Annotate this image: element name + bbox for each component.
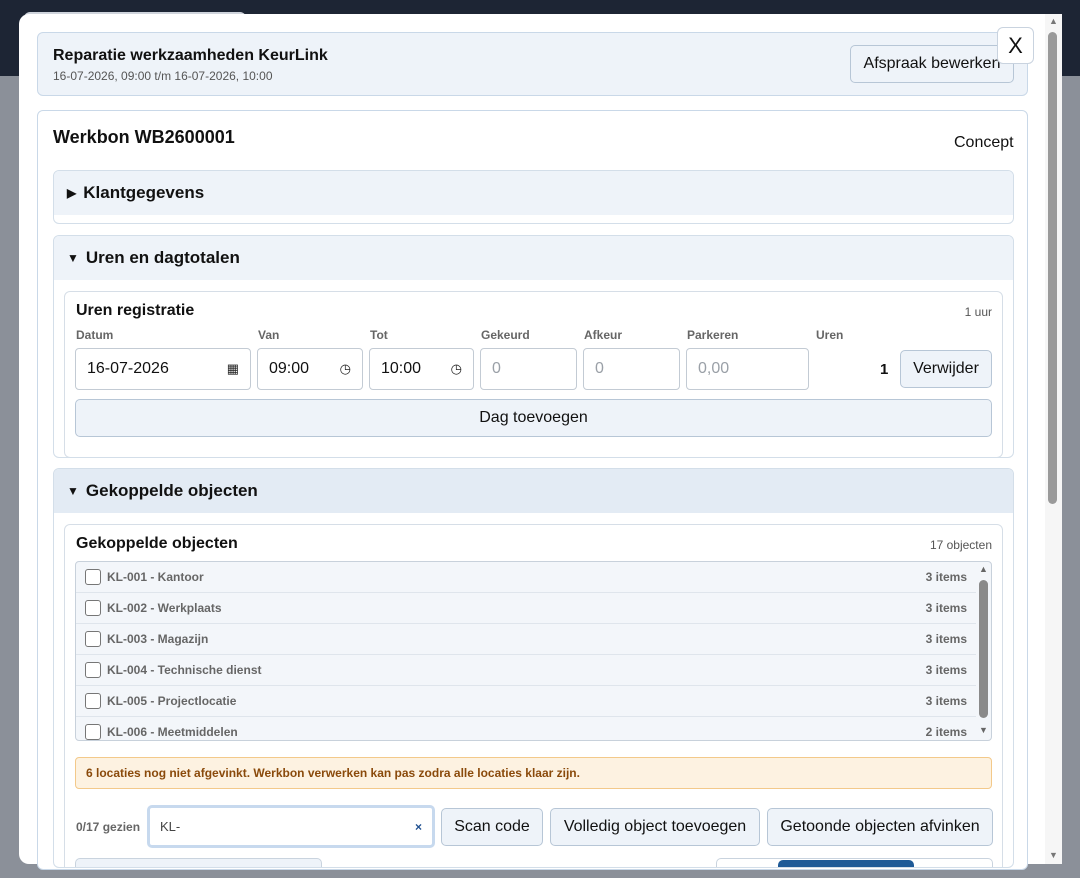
section-objecten-label: Gekoppelde objecten [85, 481, 258, 500]
list-scroll-down-icon[interactable]: ▼ [979, 725, 988, 735]
section-uren-label: Uren en dagtotalen [85, 248, 240, 267]
list-item[interactable]: KL-005 - Projectlocatie 3 items [76, 686, 976, 717]
hours-card: Uren registratie 1 uur Datum Van Tot Gek… [64, 291, 1003, 457]
gekeurd-input[interactable]: 0 [480, 348, 577, 390]
scan-code-button[interactable]: Scan code [441, 808, 543, 846]
list-item[interactable]: KL-001 - Kantoor 3 items [76, 562, 976, 593]
col-label-afkeur: Afkeur [584, 328, 623, 342]
object-label: KL-004 - Technische dienst [107, 663, 262, 677]
object-item-count: 3 items [925, 632, 967, 646]
object-search-input[interactable]: KL- × [147, 805, 435, 848]
hours-value: 1 [880, 361, 889, 378]
triangle-down-icon: ▼ [67, 251, 79, 265]
scroll-up-arrow-icon[interactable]: ▲ [1049, 16, 1058, 26]
section-uren-toggle[interactable]: ▼ Uren en dagtotalen [54, 236, 1013, 280]
list-item[interactable]: KL-003 - Magazijn 3 items [76, 624, 976, 655]
col-label-tot: Tot [370, 328, 388, 342]
start-time-value: 09:00 [269, 360, 310, 377]
list-scrollbar-thumb[interactable] [979, 580, 988, 718]
object-item-count: 3 items [925, 663, 967, 677]
date-input[interactable]: 16-07-2026 ▦ [75, 348, 251, 390]
clear-search-icon[interactable]: × [415, 820, 422, 834]
object-item-count: 3 items [925, 694, 967, 708]
object-item-count: 3 items [925, 601, 967, 615]
object-label: KL-003 - Magazijn [107, 632, 209, 646]
object-checkbox[interactable] [85, 662, 101, 678]
edit-appointment-button[interactable]: Afspraak bewerken [850, 45, 1014, 83]
object-checkbox[interactable] [85, 631, 101, 647]
parkeren-input[interactable]: 0,00 [686, 348, 809, 390]
workorder-title: Werkbon WB2600001 [53, 127, 235, 147]
object-label: KL-006 - Meetmiddelen [107, 725, 238, 739]
add-full-object-button[interactable]: Volledig object toevoegen [550, 808, 760, 846]
delete-row-button[interactable]: Verwijder [900, 350, 992, 388]
appointment-title: Reparatie werkzaamheden KeurLink [53, 47, 328, 64]
col-label-van: Van [258, 328, 280, 342]
objects-card: Gekoppelde objecten 17 objecten KL-001 -… [64, 524, 1003, 867]
object-checkbox[interactable] [85, 600, 101, 616]
section-klantgegevens-toggle[interactable]: ▶ Klantgegevens [54, 171, 1013, 215]
object-checkbox[interactable] [85, 693, 101, 709]
col-label-gekeurd: Gekeurd [481, 328, 530, 342]
afkeur-input[interactable]: 0 [583, 348, 680, 390]
col-label-parkeren: Parkeren [687, 328, 739, 342]
objects-title: Gekoppelde objecten [76, 535, 238, 552]
hours-count: 1 uur [964, 305, 992, 319]
object-label: KL-005 - Projectlocatie [107, 694, 237, 708]
clock-icon[interactable]: ◷ [451, 361, 462, 377]
col-label-datum: Datum [76, 328, 114, 342]
workorder-panel: Werkbon WB2600001 Concept ▶ Klantgegeven… [37, 110, 1028, 870]
objects-warning: 6 locaties nog niet afgevinkt. Werkbon v… [75, 757, 992, 789]
section-objecten-toggle[interactable]: ▼ Gekoppelde objecten [54, 469, 1013, 513]
seen-counter: 0/17 gezien [76, 820, 141, 834]
footer-primary-button[interactable] [778, 860, 914, 867]
section-klantgegevens-label: Klantgegevens [83, 183, 205, 202]
clock-icon[interactable]: ◷ [340, 361, 351, 377]
list-item[interactable]: KL-006 - Meetmiddelen 2 items [76, 717, 976, 740]
end-time-value: 10:00 [381, 360, 422, 377]
object-item-count: 2 items [925, 725, 967, 739]
object-checkbox[interactable] [85, 724, 101, 740]
section-uren: ▼ Uren en dagtotalen Uren registratie 1 … [53, 235, 1014, 458]
section-klantgegevens: ▶ Klantgegevens [53, 170, 1014, 224]
objects-count: 17 objecten [929, 538, 992, 552]
object-checkbox[interactable] [85, 569, 101, 585]
triangle-down-icon: ▼ [67, 484, 79, 498]
object-item-count: 3 items [925, 570, 967, 584]
triangle-right-icon: ▶ [67, 186, 77, 200]
object-label: KL-001 - Kantoor [107, 570, 204, 584]
check-shown-objects-button[interactable]: Getoonde objecten afvinken [767, 808, 993, 846]
section-objecten: ▼ Gekoppelde objecten Gekoppelde objecte… [53, 468, 1014, 868]
add-day-button[interactable]: Dag toevoegen [75, 399, 992, 437]
appointment-header: Reparatie werkzaamheden KeurLink 16-07-2… [37, 32, 1028, 96]
objects-list[interactable]: KL-001 - Kantoor 3 items KL-002 - Werkpl… [75, 561, 992, 741]
date-value: 16-07-2026 [87, 360, 169, 377]
appointment-datetime: 16-07-2026, 09:00 t/m 16-07-2026, 10:00 [53, 69, 273, 83]
list-item[interactable]: KL-002 - Werkplaats 3 items [76, 593, 976, 624]
col-label-uren: Uren [816, 328, 844, 342]
footer-secondary-button[interactable] [75, 858, 322, 867]
object-label: KL-002 - Werkplaats [107, 601, 222, 615]
list-scroll-up-icon[interactable]: ▲ [979, 564, 988, 574]
list-item[interactable]: KL-004 - Technische dienst 3 items [76, 655, 976, 686]
object-search-value: KL- [160, 819, 181, 834]
start-time-input[interactable]: 09:00 ◷ [257, 348, 363, 390]
calendar-icon[interactable]: ▦ [227, 361, 239, 377]
workorder-status: Concept [954, 134, 1014, 151]
scroll-down-arrow-icon[interactable]: ▼ [1049, 850, 1058, 860]
close-button[interactable]: X [997, 27, 1034, 64]
modal-scrollbar-thumb[interactable] [1048, 32, 1057, 504]
end-time-input[interactable]: 10:00 ◷ [369, 348, 474, 390]
hours-title: Uren registratie [76, 302, 195, 319]
